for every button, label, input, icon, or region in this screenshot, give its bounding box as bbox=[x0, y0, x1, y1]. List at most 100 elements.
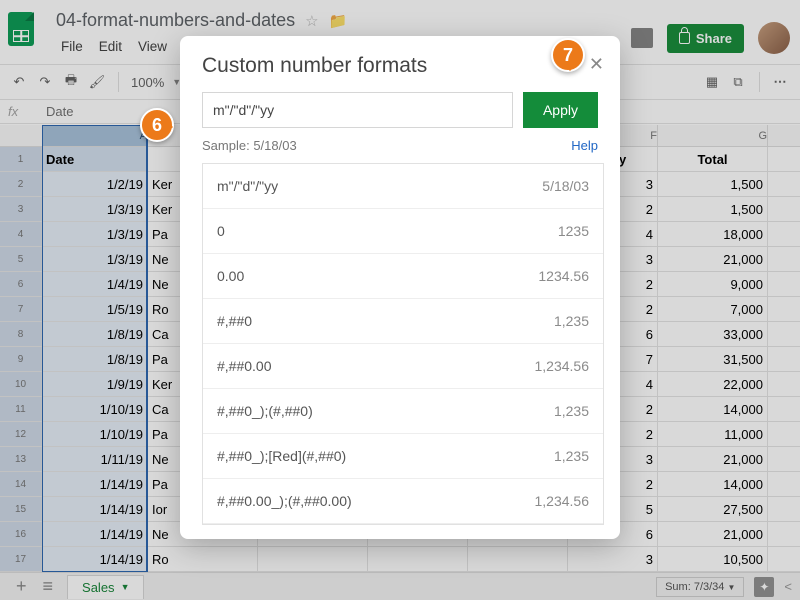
cell[interactable]: 31,500 bbox=[658, 347, 768, 371]
lock-icon bbox=[679, 32, 690, 44]
row-header-6[interactable]: 6 bbox=[0, 272, 42, 296]
format-option[interactable]: #,##0_);[Red](#,##0)1,235 bbox=[203, 434, 603, 479]
row-header-14[interactable]: 14 bbox=[0, 472, 42, 496]
cell[interactable]: 33,000 bbox=[658, 322, 768, 346]
border-icon[interactable]: ▦ bbox=[703, 73, 721, 91]
cell[interactable]: 14,000 bbox=[658, 472, 768, 496]
cell[interactable]: 1/2/19 bbox=[42, 172, 148, 196]
cell[interactable]: 21,000 bbox=[658, 522, 768, 546]
cell[interactable]: 1/8/19 bbox=[42, 347, 148, 371]
redo-icon[interactable]: ↷ bbox=[36, 73, 54, 91]
row-header-17[interactable]: 17 bbox=[0, 547, 42, 571]
row-header-3[interactable]: 3 bbox=[0, 197, 42, 221]
row-header-16[interactable]: 16 bbox=[0, 522, 42, 546]
format-option[interactable]: 01235 bbox=[203, 209, 603, 254]
undo-icon[interactable]: ↶ bbox=[10, 73, 28, 91]
sheets-logo[interactable] bbox=[8, 12, 48, 52]
row-header-5[interactable]: 5 bbox=[0, 247, 42, 271]
cell[interactable]: 22,000 bbox=[658, 372, 768, 396]
row-header-8[interactable]: 8 bbox=[0, 322, 42, 346]
cell[interactable]: 1/4/19 bbox=[42, 272, 148, 296]
comments-icon[interactable] bbox=[631, 28, 653, 48]
row-header-1[interactable]: 1 bbox=[0, 147, 42, 171]
cell[interactable]: 14,000 bbox=[658, 397, 768, 421]
share-button[interactable]: Share bbox=[667, 24, 744, 53]
menu-item-view[interactable]: View bbox=[131, 35, 174, 58]
row-header-12[interactable]: 12 bbox=[0, 422, 42, 446]
star-icon[interactable]: ☆ bbox=[305, 12, 318, 30]
close-icon[interactable]: ✕ bbox=[589, 54, 604, 75]
cell[interactable]: 11,000 bbox=[658, 422, 768, 446]
cell[interactable]: Total bbox=[658, 147, 768, 171]
user-avatar[interactable] bbox=[758, 22, 790, 54]
row-header-4[interactable]: 4 bbox=[0, 222, 42, 246]
scroll-left-icon[interactable]: < bbox=[784, 579, 792, 594]
row-header-2[interactable]: 2 bbox=[0, 172, 42, 196]
help-link[interactable]: Help bbox=[571, 138, 598, 153]
cell[interactable]: 9,000 bbox=[658, 272, 768, 296]
cell[interactable]: 1/5/19 bbox=[42, 297, 148, 321]
column-header-A[interactable]: A bbox=[42, 125, 148, 146]
row-header-7[interactable]: 7 bbox=[0, 297, 42, 321]
folder-icon[interactable]: 📁 bbox=[329, 12, 348, 30]
print-icon[interactable]: 🖶 bbox=[62, 73, 80, 91]
custom-number-formats-dialog: Custom number formats ✕ Apply Sample: 5/… bbox=[180, 36, 620, 539]
chevron-down-icon: ▼ bbox=[121, 582, 130, 592]
toolbar-more-icon[interactable]: ⋯ bbox=[772, 73, 790, 91]
format-option[interactable]: #,##0.00_);(#,##0.00)1,234.56 bbox=[203, 479, 603, 524]
cell[interactable]: 10,500 bbox=[658, 547, 768, 571]
paint-format-icon[interactable]: 🖌 bbox=[88, 73, 106, 91]
fx-value: Date bbox=[46, 104, 73, 119]
format-option[interactable]: 0.001234.56 bbox=[203, 254, 603, 299]
cell[interactable]: 1,500 bbox=[658, 197, 768, 221]
add-sheet-button[interactable]: + bbox=[8, 576, 35, 597]
explore-button[interactable] bbox=[754, 577, 774, 597]
cell[interactable]: 21,000 bbox=[658, 247, 768, 271]
cell[interactable]: 18,000 bbox=[658, 222, 768, 246]
fx-label: fx bbox=[8, 104, 46, 119]
row-header-13[interactable]: 13 bbox=[0, 447, 42, 471]
callout-7: 7 bbox=[551, 38, 585, 72]
cell[interactable]: 1/14/19 bbox=[42, 472, 148, 496]
format-option[interactable]: #,##0_);(#,##0)1,235 bbox=[203, 389, 603, 434]
zoom-select[interactable]: 100% bbox=[131, 75, 164, 90]
cell[interactable]: 1,500 bbox=[658, 172, 768, 196]
document-title[interactable]: 04-format-numbers-and-dates bbox=[56, 10, 295, 31]
cell[interactable]: 1/10/19 bbox=[42, 397, 148, 421]
cell[interactable]: 27,500 bbox=[658, 497, 768, 521]
row-header-15[interactable]: 15 bbox=[0, 497, 42, 521]
apply-button[interactable]: Apply bbox=[523, 92, 598, 128]
cell[interactable]: Date bbox=[42, 147, 148, 171]
format-option[interactable]: #,##0.001,234.56 bbox=[203, 344, 603, 389]
sample-value: 5/18/03 bbox=[253, 138, 296, 153]
row-header-11[interactable]: 11 bbox=[0, 397, 42, 421]
row-header-10[interactable]: 10 bbox=[0, 372, 42, 396]
cell[interactable]: 1/8/19 bbox=[42, 322, 148, 346]
merge-icon[interactable]: ⧉ bbox=[729, 73, 747, 91]
cell[interactable]: 1/10/19 bbox=[42, 422, 148, 446]
cell[interactable]: 1/14/19 bbox=[42, 522, 148, 546]
cell[interactable]: 1/3/19 bbox=[42, 247, 148, 271]
quicksum-display[interactable]: Sum: 7/3/34 ▼ bbox=[656, 577, 744, 597]
cell[interactable]: 1/9/19 bbox=[42, 372, 148, 396]
format-option[interactable]: #,##01,235 bbox=[203, 299, 603, 344]
cell[interactable]: 3 bbox=[568, 547, 658, 571]
callout-6: 6 bbox=[140, 108, 174, 142]
cell[interactable]: 1/3/19 bbox=[42, 197, 148, 221]
cell[interactable]: 7,000 bbox=[658, 297, 768, 321]
format-input[interactable] bbox=[202, 92, 513, 128]
row-header-9[interactable]: 9 bbox=[0, 347, 42, 371]
all-sheets-button[interactable]: ≡ bbox=[35, 576, 62, 597]
format-list[interactable]: m"/"d"/"yy5/18/03012350.001234.56#,##01,… bbox=[202, 163, 604, 525]
cell[interactable]: 21,000 bbox=[658, 447, 768, 471]
cell[interactable]: 1/14/19 bbox=[42, 547, 148, 571]
cell[interactable]: 1/3/19 bbox=[42, 222, 148, 246]
menu-item-file[interactable]: File bbox=[54, 35, 90, 58]
cell[interactable]: Ro bbox=[148, 547, 258, 571]
column-header-G[interactable]: G bbox=[658, 125, 768, 146]
cell[interactable]: 1/14/19 bbox=[42, 497, 148, 521]
format-option[interactable]: m"/"d"/"yy5/18/03 bbox=[203, 164, 603, 209]
sheet-tab-sales[interactable]: Sales ▼ bbox=[67, 575, 144, 599]
menu-item-edit[interactable]: Edit bbox=[92, 35, 129, 58]
cell[interactable]: 1/11/19 bbox=[42, 447, 148, 471]
